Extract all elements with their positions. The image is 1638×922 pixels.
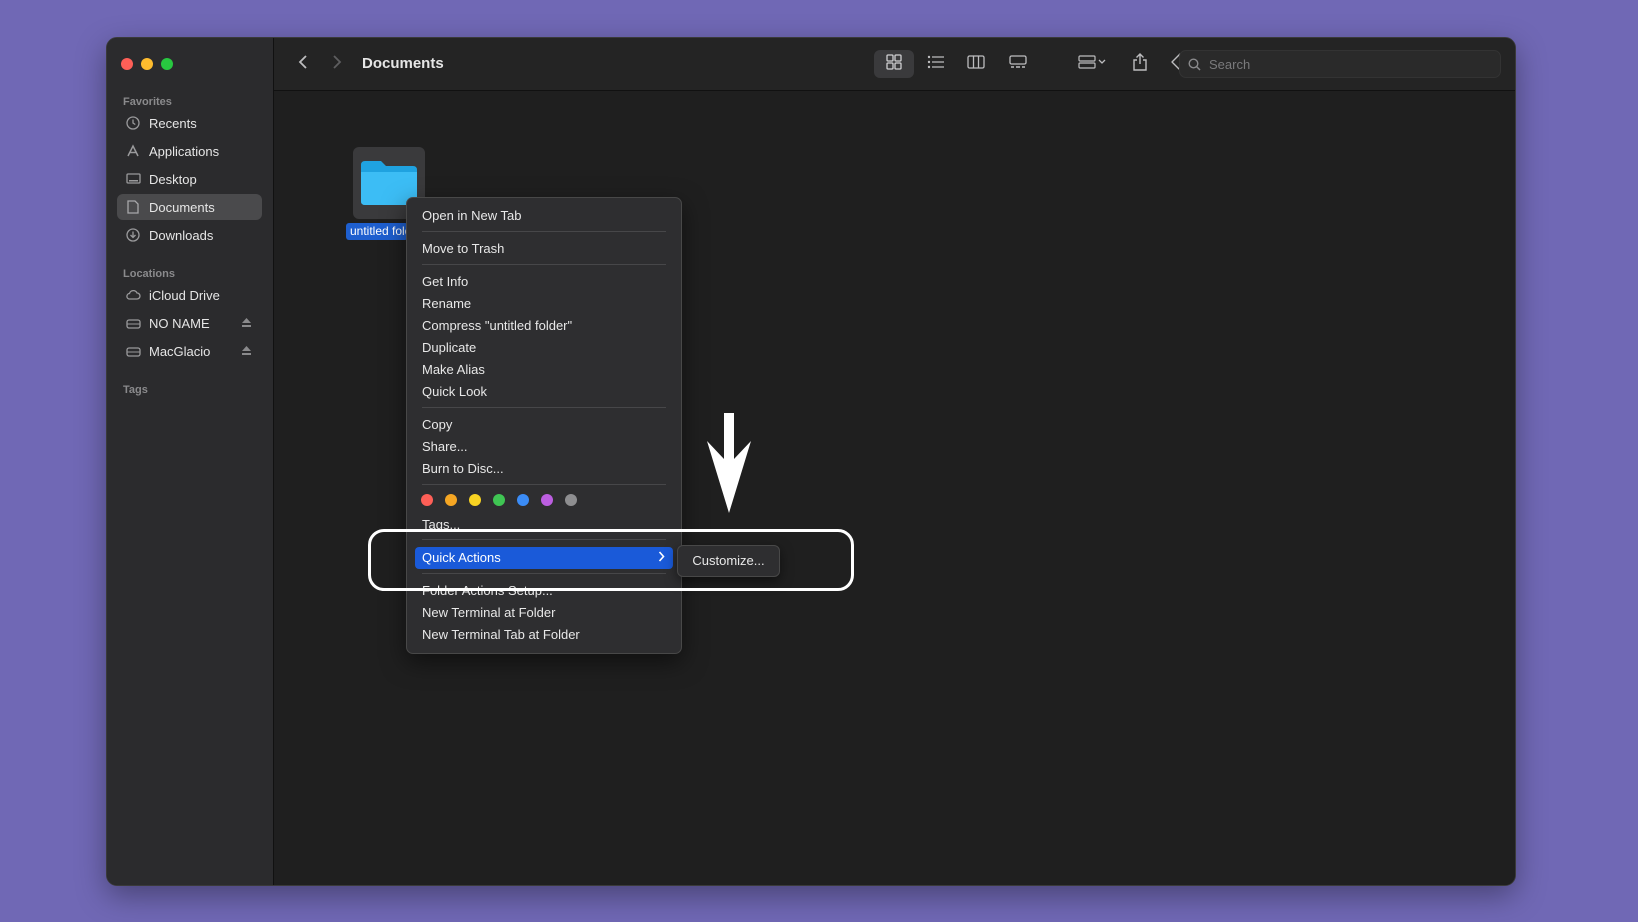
columns-icon [967,54,985,74]
chevron-left-icon [298,54,308,75]
menu-item-new-terminal[interactable]: New Terminal at Folder [415,602,673,624]
down-arrow-icon [707,413,751,513]
menu-item-burn-to-disc[interactable]: Burn to Disc... [415,458,673,480]
sidebar-section-tags: Tags [123,384,148,396]
applications-icon [125,143,141,159]
finder-window: Favorites Recents Applications Desktop D… [106,37,1516,886]
menu-item-open-new-tab[interactable]: Open in New Tab [415,205,673,227]
search-icon [1188,57,1201,71]
eject-icon[interactable] [241,344,252,359]
tag-color-gray[interactable] [565,494,577,506]
menu-item-copy[interactable]: Copy [415,414,673,436]
search-input[interactable] [1207,55,1481,73]
back-button[interactable] [290,50,316,78]
menu-item-move-to-trash[interactable]: Move to Trash [415,238,673,260]
window-title: Documents [362,55,444,72]
drive-icon [125,315,141,331]
list-view-button[interactable] [916,50,956,78]
share-button[interactable] [1124,50,1156,78]
menu-item-compress[interactable]: Compress "untitled folder" [415,315,673,337]
window-controls [121,58,173,70]
menu-item-duplicate[interactable]: Duplicate [415,337,673,359]
menu-separator [422,264,666,265]
tag-color-yellow[interactable] [469,494,481,506]
tag-color-orange[interactable] [445,494,457,506]
sidebar-item-label: Downloads [149,227,214,243]
minimize-button[interactable] [141,58,153,70]
tag-color-red[interactable] [421,494,433,506]
sidebar-section-favorites: Favorites [123,96,172,108]
menu-item-share[interactable]: Share... [415,436,673,458]
sidebar-item-label: Applications [149,143,220,159]
clock-icon [125,115,141,131]
drive-icon [125,343,141,359]
gallery-view-button[interactable] [998,50,1038,78]
folder-name[interactable]: untitled folder [346,223,408,240]
menu-item-get-info[interactable]: Get Info [415,271,673,293]
gallery-icon [1009,54,1027,74]
sidebar-item-macglacio[interactable]: MacGlacio [117,338,262,364]
column-view-button[interactable] [956,50,996,78]
sidebar-item-label: MacGlacio [149,343,211,359]
menu-item-rename[interactable]: Rename [415,293,673,315]
search-field[interactable] [1179,50,1501,78]
close-button[interactable] [121,58,133,70]
zoom-button[interactable] [161,58,173,70]
desktop-icon [125,171,141,187]
sidebar-section-locations: Locations [123,268,175,280]
sidebar-item-label: Recents [149,115,197,131]
share-icon [1132,52,1148,76]
sidebar-item-no-name[interactable]: NO NAME [117,310,262,336]
chevron-right-icon [332,54,342,75]
forward-button[interactable] [324,50,350,78]
menu-separator [422,231,666,232]
toolbar: Documents [274,38,1515,91]
sidebar-item-recents[interactable]: Recents [117,110,262,136]
cloud-icon [125,287,141,303]
sidebar-item-applications[interactable]: Applications [117,138,262,164]
icon-view-button[interactable] [874,50,914,78]
sidebar-item-documents[interactable]: Documents [117,194,262,220]
sidebar: Favorites Recents Applications Desktop D… [107,38,274,885]
tag-color-green[interactable] [493,494,505,506]
sidebar-item-label: NO NAME [149,315,210,331]
download-icon [125,227,141,243]
menu-separator [422,484,666,485]
group-grid-icon [1078,54,1106,74]
menu-item-make-alias[interactable]: Make Alias [415,359,673,381]
highlight-outline [368,529,854,591]
sidebar-item-label: Documents [149,199,215,215]
menu-item-new-terminal-tab[interactable]: New Terminal Tab at Folder [415,624,673,646]
sidebar-item-icloud-drive[interactable]: iCloud Drive [117,282,262,308]
tag-color-purple[interactable] [541,494,553,506]
group-button[interactable] [1072,50,1112,78]
tag-color-blue[interactable] [517,494,529,506]
list-icon [927,55,945,74]
sidebar-item-label: iCloud Drive [149,287,220,303]
sidebar-item-downloads[interactable]: Downloads [117,222,262,248]
menu-item-quick-look[interactable]: Quick Look [415,381,673,403]
eject-icon[interactable] [241,316,252,331]
document-icon [125,199,141,215]
tag-color-row [421,494,577,506]
sidebar-item-label: Desktop [149,171,197,187]
sidebar-item-desktop[interactable]: Desktop [117,166,262,192]
grid-icon [886,53,902,75]
menu-separator [422,407,666,408]
